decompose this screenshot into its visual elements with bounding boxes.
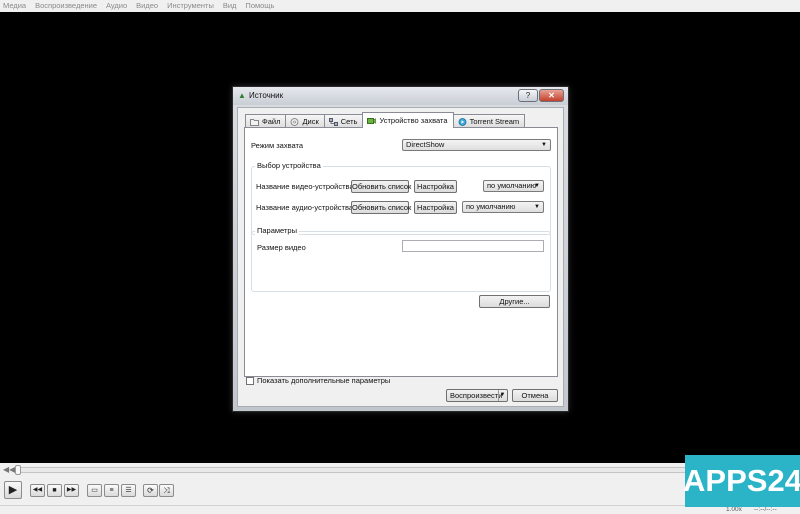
open-media-dialog: ▲ Источник ? ✕ Файл Диск Сеть Устройство… [232, 86, 569, 412]
loop-icon: ⟳ [147, 486, 154, 495]
shuffle-icon: ⤨ [163, 486, 170, 495]
audio-device-label: Название аудио-устройства [256, 203, 354, 212]
network-icon [328, 117, 338, 126]
dialog-titlebar[interactable]: ▲ Источник ? ✕ [233, 87, 568, 105]
play-pause-button[interactable]: ▶ [4, 481, 22, 499]
torrent-icon [458, 117, 467, 126]
watermark-logo: APPS24 [683, 455, 800, 507]
capture-mode-value: DirectShow [406, 140, 445, 149]
vlc-window: Медиа Воспроизведение Аудио Видео Инстру… [0, 0, 800, 514]
playback-controls: ▶ ◀◀ ■ ▶▶ ▭ ≡ ☰ ⟳ ⤨ [0, 477, 800, 505]
capture-device-icon [367, 117, 377, 125]
play-button[interactable]: Воспроизвести ▼ [446, 389, 508, 402]
menu-view[interactable]: Вид [223, 0, 237, 12]
next-icon: ▶▶ [66, 487, 77, 493]
chevron-down-icon: ▼ [534, 204, 540, 210]
menu-bar: Медиа Воспроизведение Аудио Видео Инстру… [0, 0, 800, 12]
show-more-checkbox[interactable] [246, 376, 254, 385]
menu-video[interactable]: Видео [136, 0, 158, 12]
disc-icon [290, 117, 299, 126]
capture-mode-select[interactable]: DirectShow ▼ [402, 139, 551, 151]
play-icon: ▶ [8, 484, 18, 496]
tab-disc-label: Диск [302, 117, 319, 126]
seek-handle[interactable] [15, 465, 21, 475]
tab-disc[interactable]: Диск [285, 114, 325, 128]
params-group-title: Параметры [255, 226, 299, 235]
video-size-label: Размер видео [257, 243, 306, 252]
tab-network[interactable]: Сеть [323, 114, 364, 128]
extended-settings-button[interactable]: ≡ [104, 484, 119, 497]
loop-button[interactable]: ⟳ [143, 484, 158, 497]
help-button[interactable]: ? [518, 89, 538, 102]
playback-speed[interactable]: 1.00x [726, 506, 742, 513]
next-button[interactable]: ▶▶ [64, 484, 79, 497]
refresh-video-button[interactable]: Обновить список [351, 180, 411, 193]
tab-bar: Файл Диск Сеть Устройство захвата Torren… [245, 112, 526, 128]
status-bar: 1.00x --:--/--:-- [0, 505, 800, 514]
menu-media[interactable]: Медиа [3, 0, 26, 12]
playlist-button[interactable]: ☰ [121, 484, 136, 497]
seek-back-icon: ◀◀ [3, 465, 16, 474]
previous-icon: ◀◀ [32, 487, 43, 493]
playlist-icon: ☰ [125, 487, 132, 494]
chevron-down-icon: ▼ [534, 183, 540, 189]
menu-help[interactable]: Помощь [245, 0, 274, 12]
chevron-down-icon[interactable]: ▼ [498, 390, 506, 401]
chevron-down-icon: ▼ [541, 142, 547, 148]
video-device-select[interactable]: по умолчанию ▼ [483, 180, 544, 192]
show-more-label: Показать дополнительные параметры [257, 376, 391, 385]
cancel-button[interactable]: Отмена [512, 389, 558, 402]
video-device-value: по умолчанию [487, 181, 537, 190]
audio-settings-button[interactable]: Настройка [414, 201, 457, 214]
menu-playback[interactable]: Воспроизведение [35, 0, 97, 12]
device-group-title: Выбор устройства [255, 161, 323, 170]
capture-mode-label: Режим захвата [251, 141, 303, 150]
audio-device-value: по умолчанию [466, 202, 516, 211]
more-button[interactable]: Другие... [479, 295, 550, 308]
audio-device-select[interactable]: по умолчанию ▼ [462, 201, 544, 213]
stop-icon: ■ [52, 487, 57, 494]
tab-file-label: Файл [262, 117, 281, 126]
seek-bar: ◀◀ [0, 463, 800, 477]
tab-file[interactable]: Файл [245, 114, 287, 128]
capture-device-panel: Режим захвата DirectShow ▼ Выбор устройс… [244, 127, 558, 377]
stop-button[interactable]: ■ [47, 484, 62, 497]
menu-tools[interactable]: Инструменты [167, 0, 214, 12]
close-button[interactable]: ✕ [539, 89, 564, 102]
menu-audio[interactable]: Аудио [106, 0, 127, 12]
fullscreen-icon: ▭ [91, 487, 98, 494]
dialog-body: Файл Диск Сеть Устройство захвата Torren… [237, 107, 564, 407]
time-display: --:--/--:-- [754, 506, 777, 513]
play-button-label: Воспроизвести [450, 391, 503, 400]
tab-torrent-stream-label: Torrent Stream [469, 117, 520, 126]
video-device-label: Название видео-устройства [256, 182, 354, 191]
previous-button[interactable]: ◀◀ [30, 484, 45, 497]
folder-icon [250, 118, 259, 126]
tab-capture-device[interactable]: Устройство захвата [362, 112, 454, 128]
seek-track[interactable] [15, 467, 715, 473]
tab-network-label: Сеть [340, 117, 358, 126]
equalizer-icon: ≡ [109, 487, 114, 494]
video-settings-button[interactable]: Настройка [414, 180, 457, 193]
watermark-text: APPS24 [683, 463, 800, 498]
tab-torrent-stream[interactable]: Torrent Stream [452, 114, 526, 128]
tab-capture-device-label: Устройство захвата [379, 116, 448, 125]
shuffle-button[interactable]: ⤨ [159, 484, 174, 497]
vlc-cone-icon: ▲ [238, 91, 246, 100]
show-more-options[interactable]: Показать дополнительные параметры [246, 376, 390, 385]
fullscreen-button[interactable]: ▭ [87, 484, 102, 497]
dialog-title: Источник [249, 91, 284, 100]
refresh-audio-button[interactable]: Обновить список [351, 201, 411, 214]
video-size-input[interactable] [402, 240, 544, 252]
